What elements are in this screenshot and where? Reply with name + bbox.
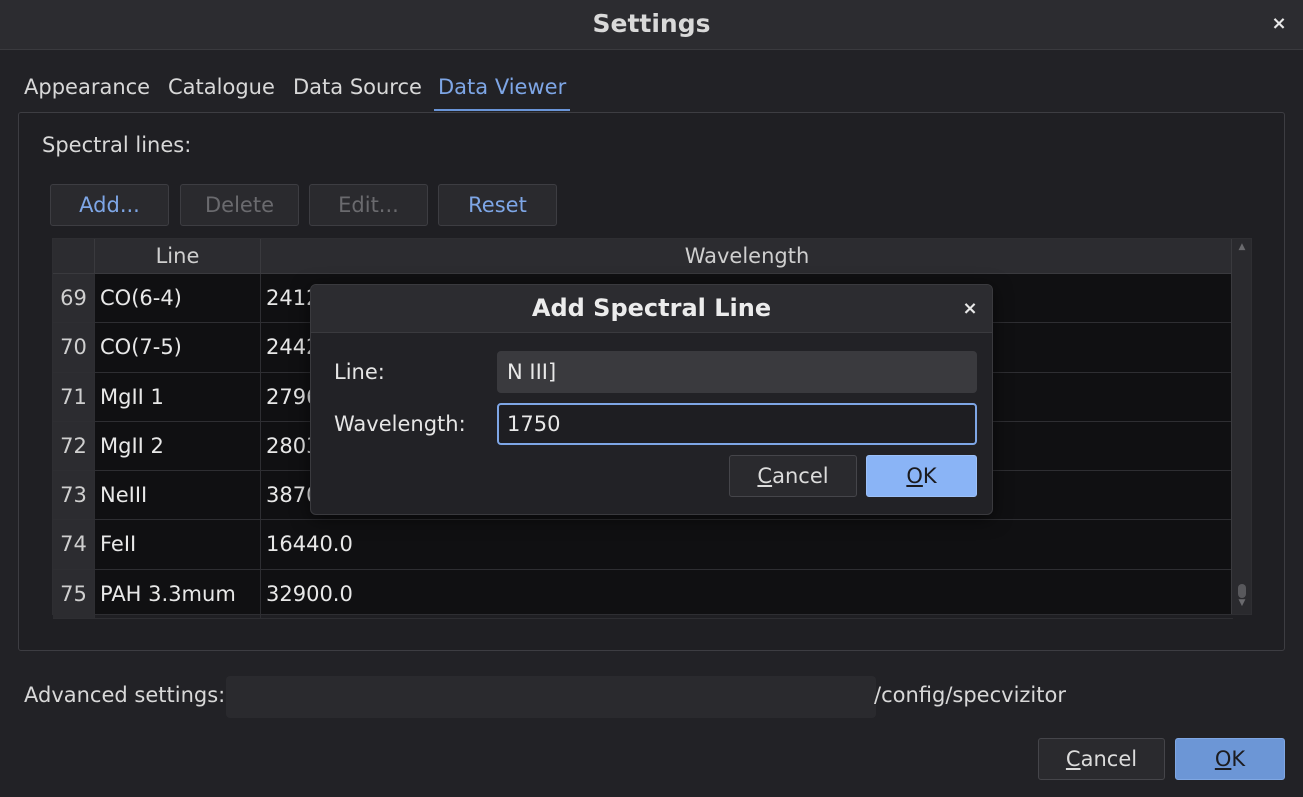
dialog-ok-button[interactable]: OK — [866, 455, 977, 497]
ok-mnemonic: O — [1214, 747, 1232, 771]
table-scrollbar[interactable]: ▲ ▼ — [1231, 239, 1251, 614]
scroll-up-icon[interactable]: ▲ — [1236, 242, 1248, 252]
line-cell[interactable]: CO(7-5) — [94, 323, 260, 372]
redacted-path — [226, 676, 876, 718]
tab-appearance[interactable]: Appearance — [24, 75, 150, 111]
line-cell[interactable]: CO(6-4) — [94, 274, 260, 323]
close-icon[interactable]: × — [960, 299, 980, 319]
dialog-ok-mnemonic: O — [906, 464, 923, 488]
dialog-cancel-label: ancel — [772, 464, 829, 488]
reset-button[interactable]: Reset — [438, 184, 557, 226]
line-cell[interactable]: MgII 2 — [94, 421, 260, 471]
table-header: Line Wavelength — [53, 239, 1233, 274]
tab-data-viewer[interactable]: Data Viewer — [434, 75, 571, 111]
dialog-cancel-mnemonic: C — [757, 464, 773, 488]
wavelength-field[interactable]: 1750 — [497, 403, 977, 445]
advanced-settings-path[interactable]: /config/specvizitor — [874, 683, 1066, 707]
cancel-mnemonic: C — [1065, 747, 1081, 771]
edit-button[interactable]: Edit... — [309, 184, 428, 226]
row-number: 71 — [53, 372, 94, 421]
table-row[interactable]: 75 PAH 3.3mum 32900.0 — [53, 569, 1233, 620]
line-cell[interactable]: MgII 1 — [94, 372, 260, 421]
advanced-settings-label: Advanced settings: — [24, 683, 226, 707]
dialog-cancel-button[interactable]: Cancel — [729, 455, 857, 497]
row-number: 70 — [53, 323, 94, 372]
wavelength-cell[interactable]: 32900.0 — [260, 569, 1233, 619]
row-number: 73 — [53, 471, 94, 520]
line-cell[interactable]: NeIII — [94, 471, 260, 520]
close-icon[interactable]: × — [1269, 14, 1289, 34]
table-row[interactable]: 74 FeII 16440.0 — [53, 520, 1233, 570]
line-cell[interactable]: FeII — [94, 520, 260, 569]
ok-button[interactable]: OK — [1175, 738, 1285, 780]
dialog-title: Add Spectral Line — [531, 294, 772, 322]
window-title: Settings — [592, 9, 711, 38]
title-bar: Settings × — [0, 0, 1303, 50]
row-number: 72 — [53, 421, 94, 471]
dialog-title-bar: Add Spectral Line × — [311, 285, 992, 333]
scroll-thumb[interactable] — [1238, 584, 1246, 598]
row-number: 74 — [53, 520, 94, 569]
wavelength-field-label: Wavelength: — [334, 412, 466, 436]
cancel-label: ancel — [1080, 747, 1138, 771]
column-header-line[interactable]: Line — [94, 239, 260, 274]
row-number: 69 — [53, 274, 94, 323]
line-field[interactable]: N III] — [497, 351, 977, 393]
ok-label: K — [1231, 747, 1246, 771]
cancel-button[interactable]: Cancel — [1038, 738, 1165, 780]
scroll-down-icon[interactable]: ▼ — [1236, 598, 1248, 608]
add-button[interactable]: Add... — [50, 184, 169, 226]
line-cell[interactable]: PAH 3.3mum — [94, 569, 260, 619]
tab-data-source[interactable]: Data Source — [293, 75, 422, 111]
delete-button[interactable]: Delete — [180, 184, 299, 226]
row-number: 75 — [53, 569, 94, 619]
column-header-wavelength[interactable]: Wavelength — [260, 239, 1233, 274]
dialog-ok-label: K — [922, 464, 937, 488]
tab-catalogue[interactable]: Catalogue — [168, 75, 275, 111]
add-spectral-line-dialog: Add Spectral Line × Line: N III] Wavelen… — [310, 284, 993, 515]
line-field-label: Line: — [334, 360, 385, 384]
spectral-lines-label: Spectral lines: — [42, 133, 192, 157]
wavelength-cell[interactable]: 16440.0 — [260, 520, 1233, 569]
